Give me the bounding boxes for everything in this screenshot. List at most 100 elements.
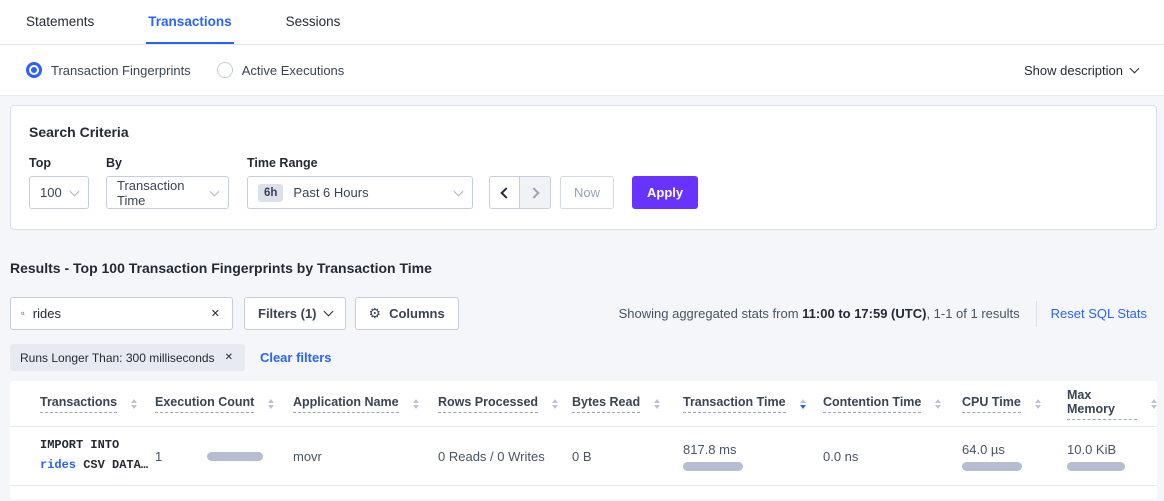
column-header-rows-processed[interactable]: Rows Processed	[438, 395, 572, 413]
sort-icon[interactable]	[268, 399, 274, 409]
search-input[interactable]	[33, 306, 209, 321]
max-memory-cell: 10.0 KiB	[1067, 442, 1157, 471]
radio-label: Transaction Fingerprints	[51, 63, 191, 78]
search-criteria-title: Search Criteria	[29, 124, 1138, 140]
previous-time-button[interactable]	[489, 176, 520, 209]
transactions-page: Statements Transactions Sessions Transac…	[0, 0, 1164, 501]
sort-icon[interactable]	[413, 399, 419, 409]
reset-sql-stats-link[interactable]: Reset SQL Stats	[1051, 306, 1147, 321]
search-box[interactable]: ✕	[10, 297, 233, 330]
view-toggle-bar: Transaction Fingerprints Active Executio…	[0, 45, 1164, 96]
next-time-button[interactable]	[520, 176, 551, 209]
chevron-down-icon	[70, 186, 80, 196]
column-header-cpu-time[interactable]: CPU Time	[962, 395, 1067, 413]
radio-active-executions[interactable]: Active Executions	[217, 62, 345, 78]
top-select[interactable]: 100	[29, 176, 89, 209]
chevron-down-icon	[454, 186, 464, 196]
column-header-transaction-time[interactable]: Transaction Time	[683, 395, 823, 413]
time-range-label: Time Range	[247, 156, 473, 170]
aggregated-stats-text: Showing aggregated stats from 11:00 to 1…	[619, 306, 1020, 321]
by-select[interactable]: Transaction Time	[106, 176, 229, 209]
filter-chip: Runs Longer Than: 300 milliseconds ✕	[10, 344, 245, 371]
clear-search-icon[interactable]: ✕	[209, 305, 222, 322]
top-field: Top 100	[29, 156, 89, 209]
now-button[interactable]: Now	[560, 176, 614, 209]
max-memory-bar	[1067, 462, 1125, 471]
transaction-time-value: 817.8 ms	[683, 442, 736, 457]
sort-icon[interactable]	[654, 399, 660, 409]
tab-sessions[interactable]: Sessions	[284, 0, 343, 44]
time-range-badge: 6h	[258, 184, 283, 202]
tab-statements[interactable]: Statements	[24, 0, 96, 44]
sort-icon[interactable]	[1035, 399, 1041, 409]
radio-selected-icon	[26, 62, 42, 78]
time-range-select[interactable]: 6h Past 6 Hours	[247, 176, 473, 209]
contention-time-value: 0.0 ns	[823, 449, 858, 464]
cpu-time-bar	[962, 462, 1022, 471]
chevron-down-icon	[1130, 64, 1140, 74]
clear-filters-link[interactable]: Clear filters	[260, 350, 332, 365]
apply-button[interactable]: Apply	[632, 176, 698, 209]
filters-button[interactable]: Filters (1)	[244, 297, 346, 330]
sort-icon-active-desc[interactable]	[800, 399, 806, 409]
filters-label: Filters (1)	[258, 306, 317, 321]
top-value: 100	[40, 185, 62, 200]
column-header-contention-time[interactable]: Contention Time	[823, 395, 962, 413]
filter-chip-label: Runs Longer Than: 300 milliseconds	[20, 351, 215, 365]
column-header-max-memory[interactable]: Max Memory	[1067, 388, 1157, 420]
top-label: Top	[29, 156, 89, 170]
max-memory-value: 10.0 KiB	[1067, 442, 1116, 457]
transaction-fingerprint-link[interactable]: IMPORT INTO rides CSV DATA…	[40, 436, 155, 476]
sort-icon[interactable]	[935, 399, 941, 409]
transaction-time-cell: 817.8 ms	[683, 442, 823, 471]
highlighted-match: rides	[40, 458, 76, 472]
bytes-read-cell: 0 B	[572, 449, 683, 464]
results-heading: Results - Top 100 Transaction Fingerprin…	[10, 260, 1164, 276]
active-filters-row: Runs Longer Than: 300 milliseconds ✕ Cle…	[10, 344, 1164, 371]
execution-count-value: 1	[155, 449, 162, 464]
column-header-application-name[interactable]: Application Name	[293, 395, 438, 413]
sort-icon[interactable]	[1151, 399, 1157, 409]
table-header-row: Transactions Execution Count Application…	[10, 381, 1157, 427]
radio-unselected-icon	[217, 62, 233, 78]
execution-count-bar	[207, 452, 263, 461]
by-value: Transaction Time	[117, 178, 211, 208]
sort-icon[interactable]	[131, 399, 137, 409]
column-header-transactions[interactable]: Transactions	[40, 395, 155, 413]
gear-icon: ⚙	[369, 305, 382, 322]
remove-filter-icon[interactable]: ✕	[223, 350, 235, 365]
show-description-toggle[interactable]: Show description	[1024, 63, 1138, 78]
cpu-time-value: 64.0 µs	[962, 442, 1005, 457]
divider	[1036, 301, 1037, 327]
columns-button[interactable]: ⚙ Columns	[355, 297, 459, 330]
results-table: Transactions Execution Count Application…	[10, 381, 1157, 499]
chevron-left-icon	[500, 187, 511, 198]
results-toolbar: ✕ Filters (1) ⚙ Columns Showing aggregat…	[10, 297, 1157, 330]
bytes-read-value: 0 B	[572, 449, 592, 464]
top-tab-bar: Statements Transactions Sessions	[0, 0, 1164, 45]
time-range-value: Past 6 Hours	[293, 185, 368, 200]
show-description-label: Show description	[1024, 63, 1123, 78]
radio-transaction-fingerprints[interactable]: Transaction Fingerprints	[26, 62, 191, 78]
time-nav-group	[489, 176, 551, 209]
by-field: By Transaction Time	[106, 156, 229, 209]
sort-icon[interactable]	[552, 399, 558, 409]
radio-label: Active Executions	[242, 63, 345, 78]
column-header-execution-count[interactable]: Execution Count	[155, 395, 293, 413]
contention-time-cell: 0.0 ns	[823, 449, 962, 464]
by-label: By	[106, 156, 229, 170]
cpu-time-cell: 64.0 µs	[962, 442, 1067, 471]
column-header-bytes-read[interactable]: Bytes Read	[572, 395, 683, 413]
transaction-time-bar	[683, 462, 743, 471]
time-range-field: Time Range 6h Past 6 Hours	[247, 156, 473, 209]
search-icon	[21, 307, 25, 320]
chevron-down-icon	[323, 307, 333, 317]
table-row: IMPORT INTO rides CSV DATA… 1 movr 0 Rea…	[10, 427, 1157, 486]
application-name-cell: movr	[293, 449, 438, 464]
execution-count-cell: 1	[155, 449, 293, 464]
rows-processed-cell: 0 Reads / 0 Writes	[438, 449, 572, 464]
chevron-right-icon	[528, 187, 539, 198]
columns-label: Columns	[389, 306, 445, 321]
tab-transactions[interactable]: Transactions	[146, 0, 233, 44]
search-criteria-panel: Search Criteria Top 100 By Transaction T…	[10, 105, 1157, 230]
